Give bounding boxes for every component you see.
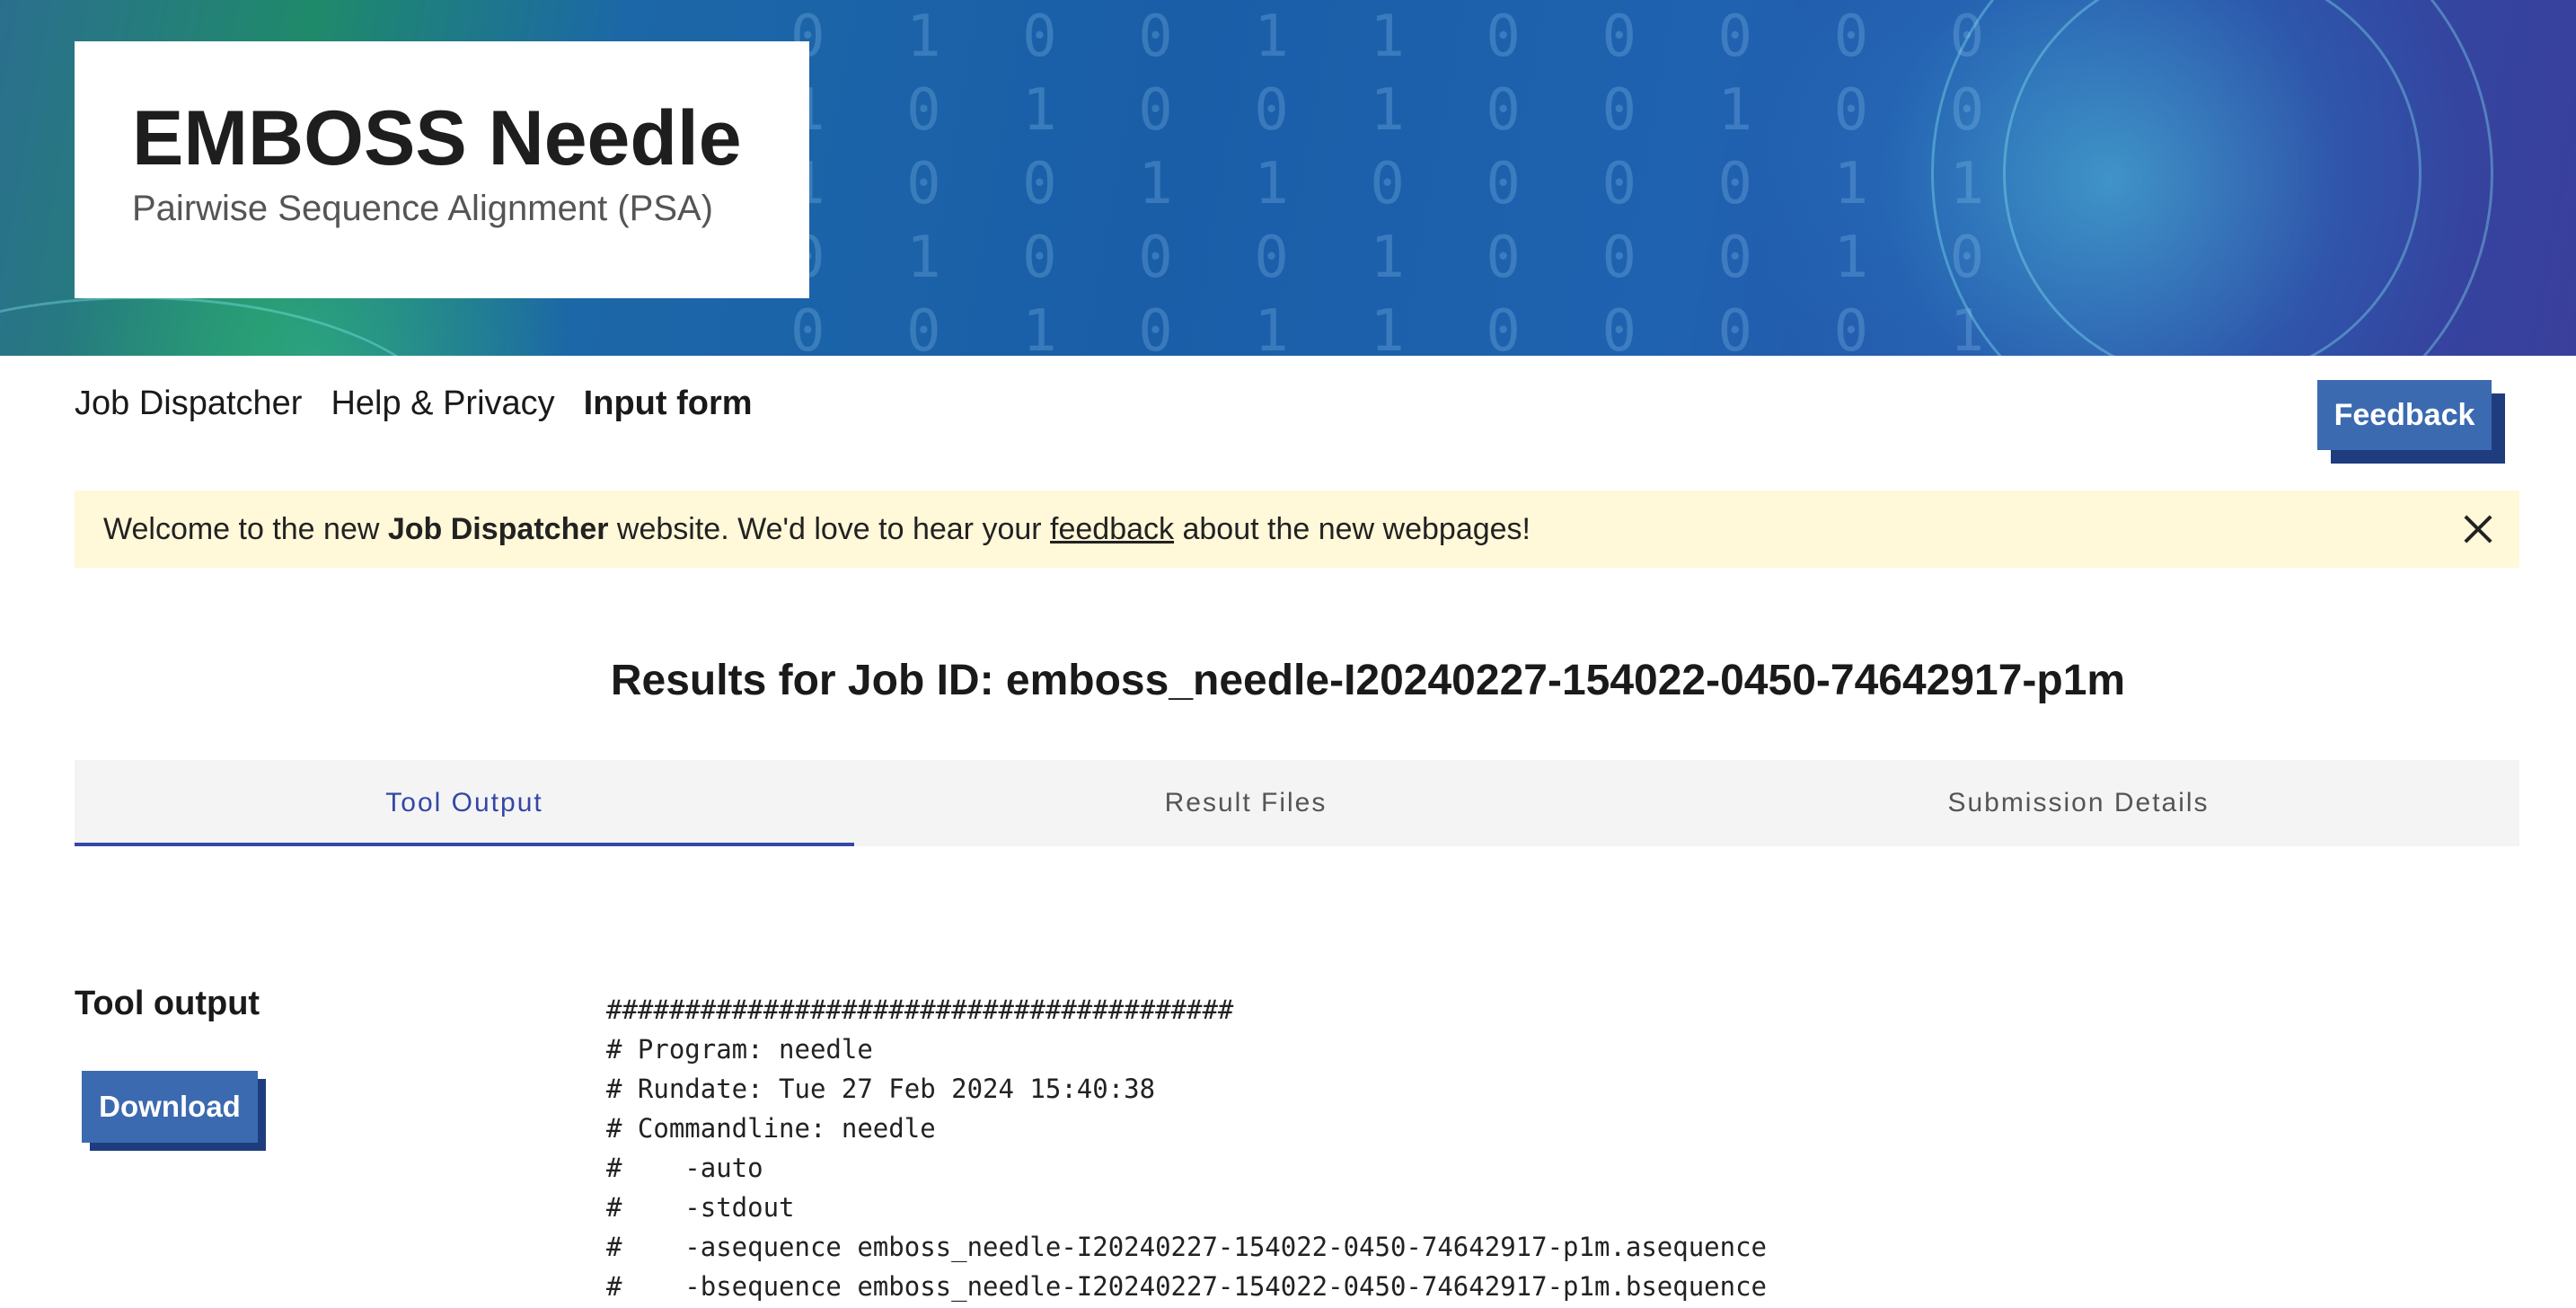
banner-text-middle: website. We'd love to hear your <box>608 511 1051 546</box>
tab-tool-output[interactable]: Tool Output <box>75 760 854 846</box>
download-button[interactable]: Download <box>82 1071 258 1143</box>
banner-text-end: about the new webpages! <box>1174 511 1531 546</box>
download-button-wrapper: Download <box>82 1071 267 1152</box>
output-line: # -stdout <box>606 1192 795 1223</box>
nav-input-form[interactable]: Input form <box>584 384 753 423</box>
banner-text-start: Welcome to the new <box>103 511 388 546</box>
banner-text: Welcome to the new Job Dispatcher websit… <box>103 512 1531 547</box>
tab-result-files[interactable]: Result Files <box>854 760 1637 846</box>
masthead-banner: 0 1 0 0 1 1 0 0 0 0 0 0 0 0 1 0 1 0 0 1 … <box>0 0 2576 356</box>
feedback-button[interactable]: Feedback <box>2317 380 2492 450</box>
output-line: # -bsequence emboss_needle-I20240227-154… <box>606 1271 1768 1302</box>
decorative-ring <box>2003 0 2422 356</box>
nav-job-dispatcher[interactable]: Job Dispatcher <box>75 384 302 423</box>
welcome-banner: Welcome to the new Job Dispatcher websit… <box>75 490 2519 568</box>
app-subtitle: Pairwise Sequence Alignment (PSA) <box>132 189 713 228</box>
banner-bold-text: Job Dispatcher <box>387 511 609 546</box>
tab-submission-details[interactable]: Submission Details <box>1637 760 2519 846</box>
output-line: # -auto <box>606 1153 763 1183</box>
app-title: EMBOSS Needle <box>132 95 742 181</box>
feedback-button-wrapper: Feedback <box>2317 380 2506 464</box>
results-title: Results for Job ID: emboss_needle-I20240… <box>610 657 2126 704</box>
tool-output-text: ########################################… <box>606 990 1767 1306</box>
banner-feedback-link[interactable]: feedback <box>1050 512 1174 546</box>
close-icon[interactable] <box>2462 513 2494 545</box>
binary-pattern: 0 1 0 0 1 1 0 0 0 0 0 0 0 0 1 0 1 0 0 1 … <box>790 4 2008 356</box>
title-card: EMBOSS Needle Pairwise Sequence Alignmen… <box>75 41 809 298</box>
top-navigation: Job Dispatcher Help & Privacy Input form <box>75 384 753 423</box>
output-line: ######################################## <box>606 994 1234 1025</box>
output-line: # Program: needle <box>606 1034 873 1065</box>
tool-output-heading: Tool output <box>75 985 260 1022</box>
results-tabs: Tool Output Result Files Submission Deta… <box>75 760 2519 846</box>
output-line: # Commandline: needle <box>606 1113 936 1144</box>
nav-help-privacy[interactable]: Help & Privacy <box>331 384 554 423</box>
output-line: # Rundate: Tue 27 Feb 2024 15:40:38 <box>606 1074 1156 1104</box>
output-line: # -asequence emboss_needle-I20240227-154… <box>606 1232 1768 1262</box>
